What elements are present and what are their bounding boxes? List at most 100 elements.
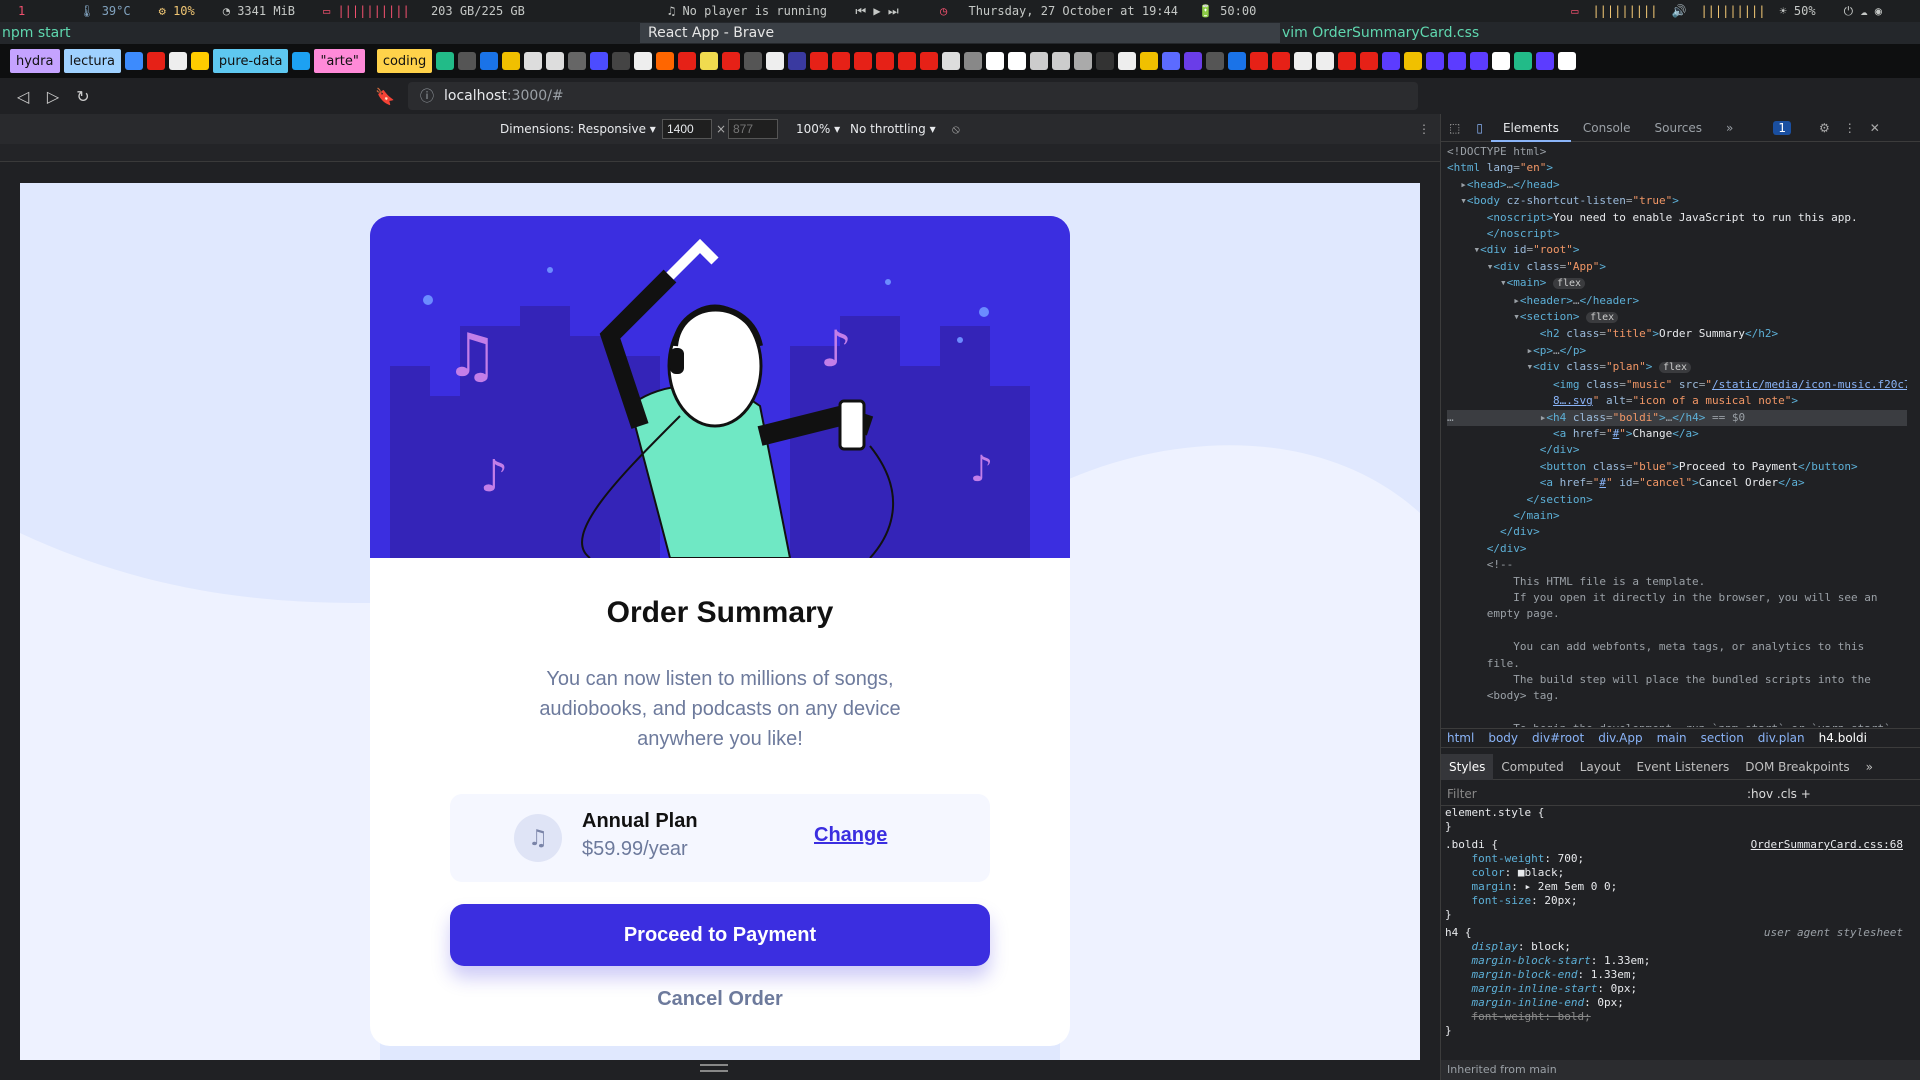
bookmark-icon[interactable] <box>986 52 1005 70</box>
youtube-icon[interactable] <box>1338 52 1357 70</box>
bookmark-icon[interactable] <box>1492 52 1511 70</box>
dom-line[interactable]: This HTML file is a template. <box>1447 574 1907 590</box>
dom-line[interactable]: <noscript>You need to enable JavaScript … <box>1447 210 1907 226</box>
cancel-order-link[interactable]: Cancel Order <box>370 988 1070 1011</box>
rotate-icon[interactable]: ⦸ <box>952 122 960 137</box>
bookmark-icon[interactable] <box>1426 52 1445 70</box>
viewport-height-input[interactable] <box>728 119 778 139</box>
terminal-title-left[interactable]: npm start <box>0 25 640 41</box>
bookmark-icon[interactable] <box>1228 52 1247 70</box>
breadcrumb-item[interactable]: div.App <box>1598 731 1642 745</box>
bookmark-icon[interactable] <box>546 52 565 70</box>
tab-event-listeners[interactable]: Event Listeners <box>1629 760 1738 774</box>
bookmark-icon[interactable] <box>436 52 455 70</box>
dom-line[interactable]: </main> <box>1447 508 1907 524</box>
bookmark-icon[interactable] <box>964 52 983 70</box>
bookmark-icon[interactable] <box>1382 52 1401 70</box>
style-line[interactable]: .boldi {OrderSummaryCard.css:68 <box>1445 838 1911 852</box>
info-icon[interactable]: ⓘ <box>420 86 434 106</box>
bookmark-icon[interactable] <box>1030 52 1049 70</box>
style-line[interactable]: margin-block-end: 1.33em; <box>1445 968 1911 982</box>
styles-filter-input[interactable]: Filter :hov .cls + <box>1441 782 1920 806</box>
inspect-icon[interactable]: ⬚ <box>1441 121 1468 135</box>
bookmark-icon[interactable] <box>1536 52 1555 70</box>
youtube-icon[interactable] <box>920 52 939 70</box>
style-line[interactable]: font-weight: 700; <box>1445 852 1911 866</box>
js-icon[interactable] <box>700 52 719 70</box>
style-line[interactable]: margin-inline-start: 0px; <box>1445 982 1911 996</box>
bookmark-icon[interactable] <box>612 52 631 70</box>
breadcrumb-item[interactable]: div.plan <box>1758 731 1805 745</box>
youtube-icon[interactable] <box>898 52 917 70</box>
dom-line[interactable]: </section> <box>1447 492 1907 508</box>
bookmark-icon[interactable] <box>1404 52 1423 70</box>
dom-line[interactable]: </div> <box>1447 541 1907 557</box>
youtube-icon[interactable] <box>678 52 697 70</box>
zoom-dropdown[interactable]: 100% ▾ <box>796 122 840 136</box>
bookmark-icon[interactable] <box>568 52 587 70</box>
volume-icon[interactable]: 🔊 <box>1671 4 1686 19</box>
style-line[interactable]: element.style { <box>1445 806 1911 820</box>
bookmark-coding[interactable]: coding <box>376 49 433 73</box>
address-bar[interactable]: ⓘ localhost:3000/# <box>408 82 1418 110</box>
bookmark-icon[interactable] <box>590 52 609 70</box>
youtube-icon[interactable] <box>146 52 165 70</box>
s-icon[interactable] <box>292 52 311 70</box>
dom-line[interactable]: You can add webfonts, meta tags, or anal… <box>1447 639 1907 655</box>
viewport-resize-handle[interactable] <box>700 1064 728 1072</box>
throttle-dropdown[interactable]: No throttling ▾ <box>850 122 936 136</box>
bookmark-icon[interactable] <box>1448 52 1467 70</box>
dom-line[interactable]: If you open it directly in the browser, … <box>1447 590 1907 606</box>
bookmark-icon[interactable] <box>1118 52 1137 70</box>
dom-line[interactable] <box>1447 623 1907 639</box>
breadcrumb-item[interactable]: body <box>1488 731 1518 745</box>
style-line[interactable]: font-size: 20px; <box>1445 894 1911 908</box>
forward-icon[interactable]: ▷ <box>38 87 68 106</box>
tab-styles[interactable]: Styles <box>1441 753 1494 780</box>
bookmark-icon[interactable] <box>1470 52 1489 70</box>
style-line[interactable]: } <box>1445 1024 1911 1038</box>
youtube-icon[interactable] <box>876 52 895 70</box>
dom-line[interactable]: </noscript> <box>1447 226 1907 242</box>
tab-more-styles[interactable]: » <box>1858 760 1881 774</box>
youtube-icon[interactable] <box>832 52 851 70</box>
circle-icon[interactable] <box>168 52 187 70</box>
dom-line[interactable]: <a href="#">Change</a> <box>1447 426 1907 442</box>
bookmark-lectura[interactable]: lectura <box>63 49 121 73</box>
bookmark-icon[interactable] <box>942 52 961 70</box>
terminal-title-right[interactable]: vim OrderSummaryCard.css <box>1280 25 1479 41</box>
dom-line[interactable] <box>1447 705 1907 721</box>
dom-line[interactable]: </div> <box>1447 524 1907 540</box>
dom-line[interactable]: ▸<p>…</p> <box>1447 343 1907 359</box>
bookmark-icon[interactable] <box>502 52 521 70</box>
bookmark-page-icon[interactable]: 🔖 <box>370 87 400 106</box>
youtube-icon[interactable] <box>1272 52 1291 70</box>
bookmark-icon[interactable] <box>656 52 675 70</box>
breadcrumb-item-active[interactable]: h4.boldi <box>1819 731 1867 745</box>
style-line[interactable]: color: ■black; <box>1445 866 1911 880</box>
dom-line[interactable]: </div> <box>1447 442 1907 458</box>
style-line[interactable]: margin: ▸ 2em 5em 0 0; <box>1445 880 1911 894</box>
bookmark-icon[interactable] <box>788 52 807 70</box>
tab-console[interactable]: Console <box>1571 114 1643 142</box>
bookmark-hydra[interactable]: hydra <box>10 49 60 73</box>
dom-line[interactable]: <!-- <box>1447 557 1907 573</box>
dom-line[interactable]: ▾<main> flex <box>1447 275 1907 292</box>
settings-icon[interactable]: ⚙ <box>1819 121 1830 135</box>
bookmark-icon[interactable] <box>1316 52 1335 70</box>
bookmark-icon[interactable] <box>1140 52 1159 70</box>
tab-layout[interactable]: Layout <box>1572 760 1629 774</box>
bookmark-arte[interactable]: "arte" <box>314 49 365 73</box>
dom-line[interactable]: <button class="blue">Proceed to Payment<… <box>1447 459 1907 475</box>
bookmark-icon[interactable] <box>1206 52 1225 70</box>
device-toggle-icon[interactable]: ▯ <box>1468 121 1491 135</box>
dom-line[interactable]: empty page. <box>1447 606 1907 622</box>
style-line[interactable]: display: block; <box>1445 940 1911 954</box>
bookmark-icon[interactable] <box>744 52 763 70</box>
bookmark-icon[interactable] <box>1008 52 1027 70</box>
github-icon[interactable] <box>634 52 653 70</box>
g-icon[interactable] <box>190 52 209 70</box>
dom-line[interactable]: <html lang="en"> <box>1447 160 1907 176</box>
bookmark-icon[interactable] <box>458 52 477 70</box>
proceed-to-payment-button[interactable]: Proceed to Payment <box>450 904 990 966</box>
